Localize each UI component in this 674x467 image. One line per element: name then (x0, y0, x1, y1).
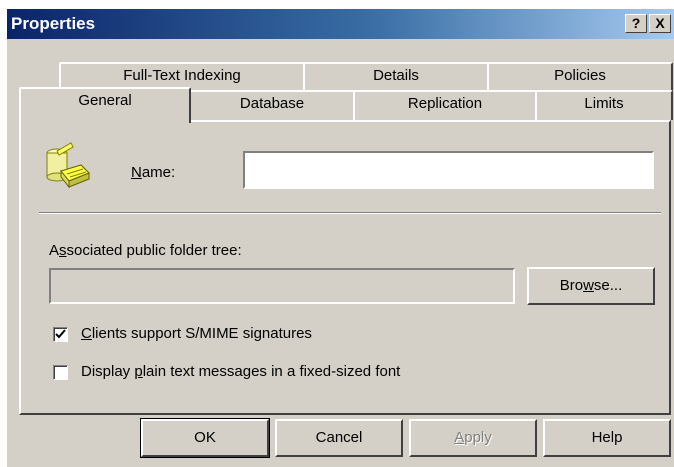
tab-details[interactable]: Details (303, 62, 489, 92)
tab-label: Database (239, 95, 305, 112)
properties-dialog: Properties ? X Full-Text Indexing Detail… (6, 8, 674, 467)
ok-button[interactable]: OK (140, 418, 270, 458)
tab-label: Limits (584, 95, 624, 112)
tab-label: Replication (407, 95, 483, 112)
folder-tree-field[interactable] (49, 268, 515, 304)
public-store-icon (37, 141, 93, 191)
plaintext-checkbox[interactable] (53, 365, 68, 380)
tab-label: Details (373, 67, 419, 84)
cancel-button[interactable]: Cancel (275, 419, 403, 457)
help-title-button[interactable]: ? (625, 14, 647, 33)
title-bar[interactable]: Properties ? X (7, 9, 674, 39)
separator (39, 212, 661, 214)
checkmark-icon (55, 329, 66, 339)
close-title-button[interactable]: X (649, 14, 671, 33)
tab-label: Full-Text Indexing (123, 67, 241, 84)
help-button[interactable]: Help (543, 419, 671, 457)
name-label: Name: (131, 164, 176, 181)
name-field[interactable] (243, 151, 654, 189)
tab-label: General (78, 92, 132, 109)
tab-replication[interactable]: Replication (353, 90, 537, 120)
tab-general[interactable]: General (19, 87, 191, 123)
tab-limits[interactable]: Limits (535, 90, 673, 120)
smime-label: Clients support S/MIME signatures (81, 325, 312, 342)
plaintext-label: Display plain text messages in a fixed-s… (81, 363, 401, 380)
window-title: Properties (11, 14, 96, 33)
smime-checkbox[interactable] (53, 327, 68, 342)
tab-policies[interactable]: Policies (487, 62, 673, 92)
apply-button[interactable]: Apply (409, 419, 537, 457)
browse-button[interactable]: Browse... (527, 267, 655, 305)
tab-label: Policies (554, 67, 606, 84)
folder-tree-label: Associated public folder tree: (49, 242, 242, 259)
tab-database[interactable]: Database (189, 90, 355, 120)
